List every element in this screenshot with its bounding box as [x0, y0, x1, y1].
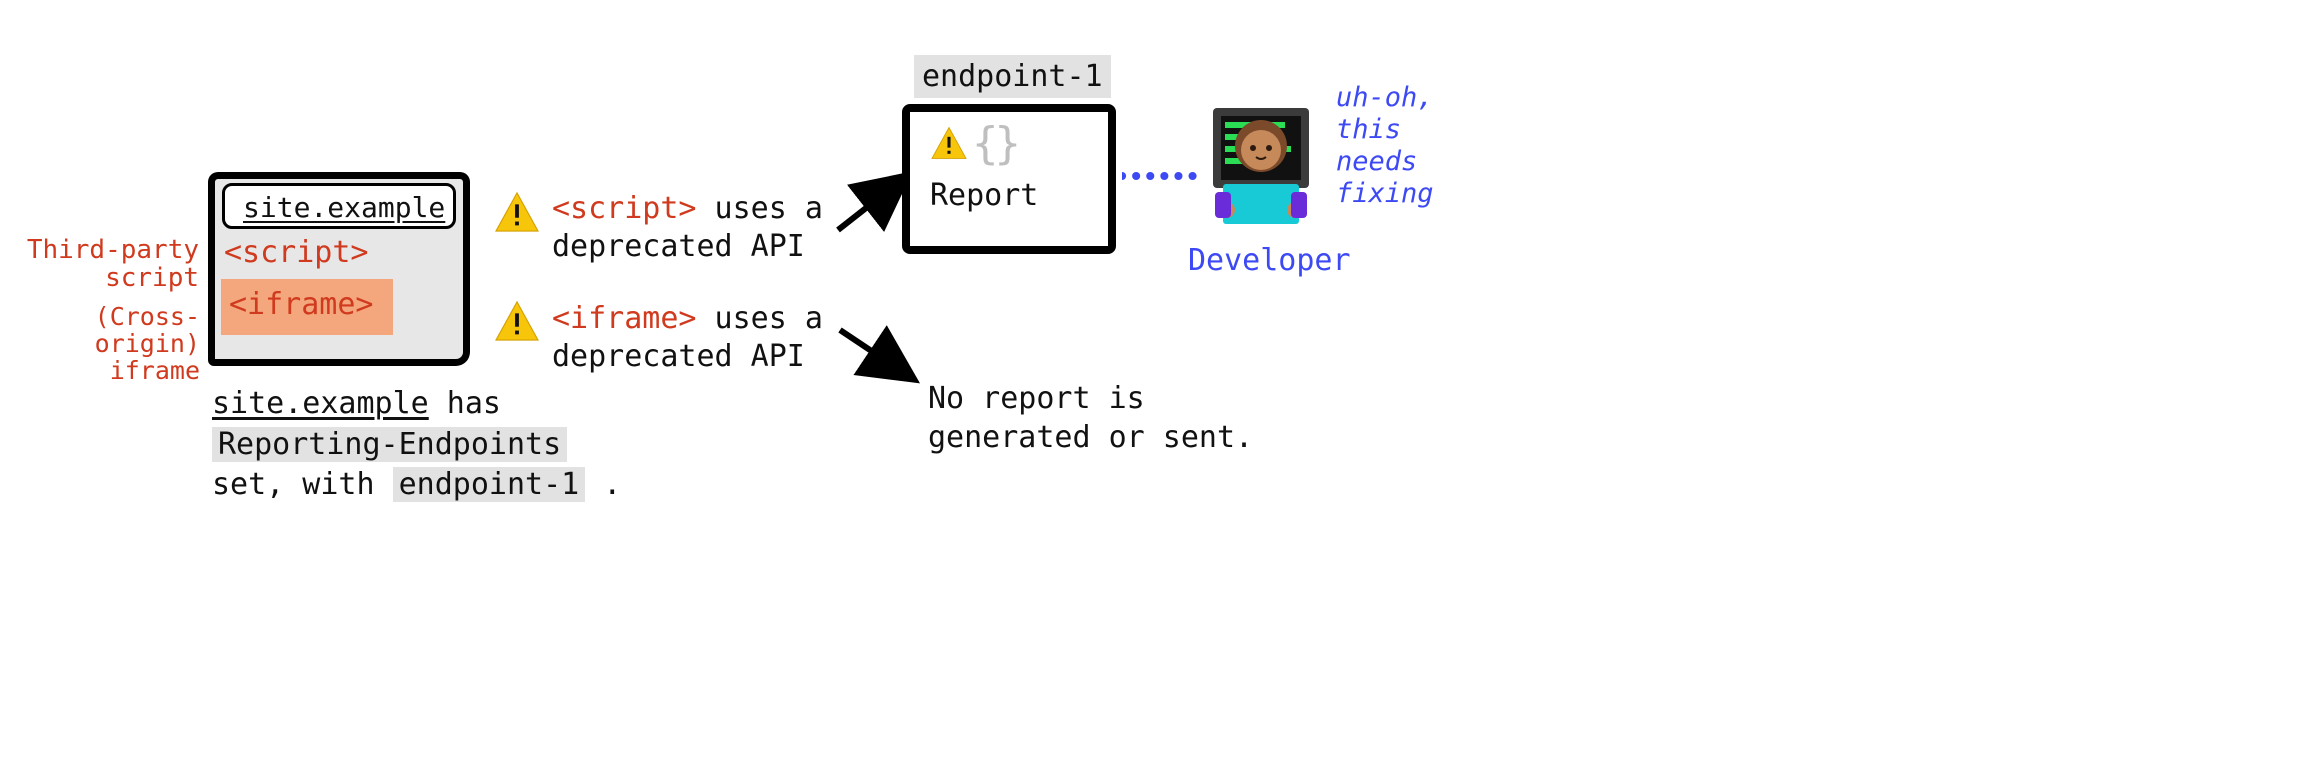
url-bar: site.example: [222, 183, 456, 229]
thought-line: uh-oh,: [1336, 82, 1434, 114]
annotation-text: (Cross-origin): [6, 303, 200, 357]
braces-icon: {}: [972, 118, 1017, 169]
thought-line: fixing: [1336, 178, 1434, 210]
endpoint-label: endpoint-1: [914, 55, 1111, 98]
developer-thought: uh-oh, this needs fixing: [1336, 82, 1434, 209]
message-text: uses a: [697, 301, 823, 336]
thought-line: needs: [1336, 146, 1434, 178]
deprecation-message-iframe: <iframe> uses a deprecated API: [552, 300, 823, 377]
deprecation-message-script: <script> uses a deprecated API: [552, 190, 823, 267]
caption-text: .: [585, 467, 621, 502]
no-report-message: No report is generated or sent.: [928, 379, 1253, 457]
dotted-connector: [1122, 166, 1198, 186]
script-tag-label: <script>: [224, 235, 369, 270]
caption-site: site.example: [212, 386, 429, 421]
caption-code: endpoint-1: [393, 467, 586, 502]
caption-code: Reporting-Endpoints: [212, 427, 567, 462]
warning-icon: [494, 191, 540, 237]
annotation-cross-origin: (Cross-origin) iframe: [6, 303, 200, 384]
annotation-text: iframe: [6, 357, 200, 384]
warning-icon: [930, 126, 968, 164]
no-report-line: generated or sent.: [928, 418, 1253, 457]
url-text: site.example: [243, 191, 445, 224]
caption-line: Reporting-Endpoints: [212, 425, 621, 466]
annotation-third-party: Third-party script: [24, 236, 199, 292]
message-line: deprecated API: [552, 228, 823, 266]
warning-icon: [494, 300, 540, 346]
message-line: <script> uses a: [552, 190, 823, 228]
caption-line: site.example has: [212, 384, 621, 425]
report-label: Report: [930, 178, 1038, 213]
message-line: deprecated API: [552, 338, 823, 376]
caption-text: has: [429, 386, 501, 421]
browser-caption: site.example has Reporting-Endpoints set…: [212, 384, 621, 506]
message-line: <iframe> uses a: [552, 300, 823, 338]
endpoint-box: {} Report: [902, 104, 1116, 254]
message-text: uses a: [697, 191, 823, 226]
browser-window: site.example <script> <iframe>: [208, 172, 470, 366]
caption-text: set, with: [212, 467, 393, 502]
caption-line: set, with endpoint-1 .: [212, 465, 621, 506]
tag-ref: <iframe>: [552, 301, 697, 336]
iframe-tag-label: <iframe>: [229, 287, 374, 322]
annotation-text: script: [24, 264, 199, 292]
annotation-text: Third-party: [24, 236, 199, 264]
developer-avatar: [1200, 100, 1322, 230]
thought-line: this: [1336, 114, 1434, 146]
tag-ref: <script>: [552, 191, 697, 226]
no-report-line: No report is: [928, 379, 1253, 418]
developer-label: Developer: [1188, 243, 1351, 278]
